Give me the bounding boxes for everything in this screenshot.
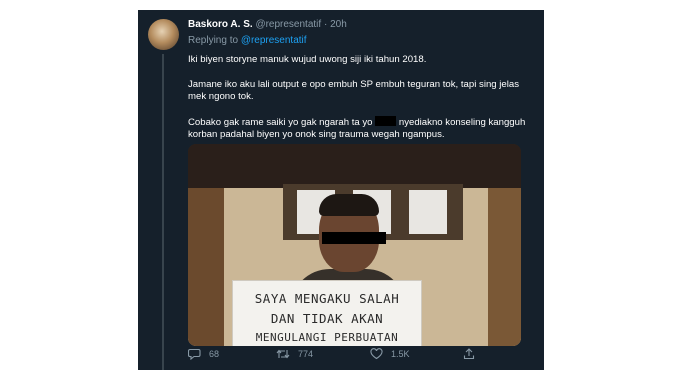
- share-icon: [463, 348, 475, 360]
- thread-line: [162, 54, 164, 370]
- photo-door-right: [488, 188, 521, 346]
- redaction-bar: [375, 115, 397, 126]
- tweet-card[interactable]: Baskoro A. S. @representatif · 20h Reply…: [138, 10, 544, 370]
- header-separator: ·: [323, 19, 328, 30]
- person-hair: [319, 194, 379, 216]
- reply-button[interactable]: 68: [188, 348, 219, 360]
- tweet-paragraph-1: Iki biyen storyne manuk wujud uwong siji…: [188, 54, 427, 65]
- tweet-paragraph-3-start: Cobako gak rame saiki yo gak ngarah ta y…: [188, 116, 373, 128]
- window-pane: [409, 190, 447, 234]
- replying-mention-link[interactable]: @representatif: [241, 35, 307, 46]
- photo-ceiling: [188, 144, 521, 188]
- tweet-header: Baskoro A. S. @representatif · 20h: [188, 19, 347, 30]
- replying-label: Replying to: [188, 35, 239, 46]
- censor-bar: [322, 232, 386, 244]
- photo-door-left: [188, 188, 224, 346]
- heart-icon: [370, 348, 383, 360]
- like-count: 1.5K: [391, 349, 410, 359]
- tweet-text: Iki biyen storyne manuk wujud uwong siji…: [188, 54, 533, 154]
- retweet-icon: [276, 348, 290, 360]
- tweet-actions: 68 774 1.5K: [188, 348, 533, 364]
- tweet-paragraph-3: Cobako gak rame saiki yo gak ngarah ta y…: [188, 115, 533, 142]
- author-name[interactable]: Baskoro A. S.: [188, 19, 253, 30]
- like-button[interactable]: 1.5K: [370, 348, 410, 360]
- retweet-count: 774: [298, 349, 314, 359]
- tweet-time[interactable]: 20h: [330, 19, 347, 30]
- avatar[interactable]: [148, 19, 179, 50]
- tweet-photo[interactable]: SAYA MENGAKU SALAH DAN TIDAK AKAN MENGUL…: [188, 144, 521, 346]
- share-button[interactable]: [463, 348, 475, 360]
- sign-line-1: SAYA MENGAKU SALAH: [254, 291, 400, 306]
- replying-to: Replying to @representatif: [188, 35, 307, 46]
- retweet-button[interactable]: 774: [276, 348, 313, 360]
- sign-line-3: MENGULANGI PERBUATAN: [255, 331, 399, 344]
- comment-bubble-icon: [188, 348, 201, 360]
- reply-count: 68: [209, 349, 220, 359]
- tweet-paragraph-2: Jamane iko aku lali output e opo embuh S…: [188, 78, 520, 103]
- author-handle[interactable]: @representatif: [255, 19, 321, 30]
- handwritten-sign: SAYA MENGAKU SALAH DAN TIDAK AKAN MENGUL…: [232, 280, 422, 346]
- sign-line-2: DAN TIDAK AKAN: [270, 311, 384, 326]
